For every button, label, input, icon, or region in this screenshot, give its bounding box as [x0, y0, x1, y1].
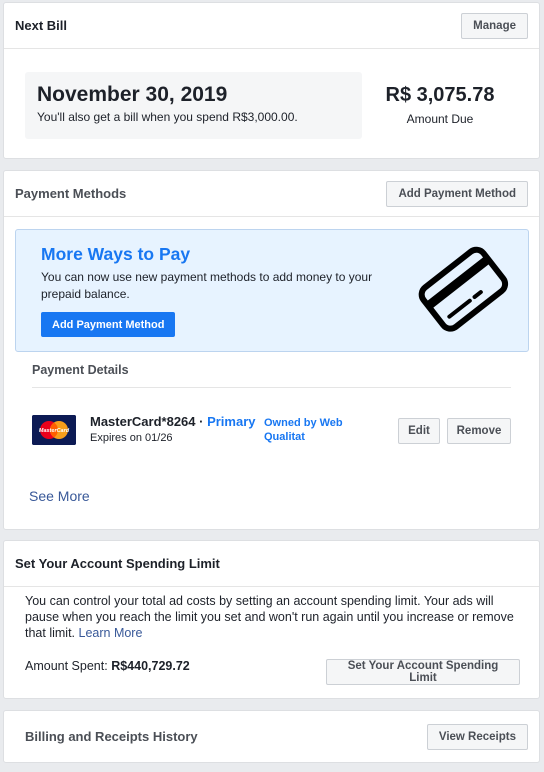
billing-history-card: Billing and Receipts History View Receip… — [3, 710, 540, 763]
bill-date: November 30, 2019 — [37, 83, 228, 106]
set-spending-limit-button[interactable]: Set Your Account Spending Limit — [326, 659, 520, 685]
card-name: MasterCard*8264 — [90, 414, 196, 429]
promo-add-payment-method-button[interactable]: Add Payment Method — [41, 312, 176, 337]
payment-methods-card: Payment Methods Add Payment Method More … — [3, 170, 540, 530]
edit-card-button[interactable]: Edit — [398, 418, 440, 444]
card-name-line: MasterCard*8264 · Primary — [90, 414, 256, 429]
spending-limit-title: Set Your Account Spending Limit — [15, 556, 220, 571]
primary-badge: Primary — [207, 414, 256, 429]
billing-history-header: Billing and Receipts History View Receip… — [4, 711, 539, 762]
promo-title: More Ways to Pay — [41, 244, 191, 264]
next-bill-title: Next Bill — [15, 18, 68, 33]
amount-due-value: R$ 3,075.78 — [385, 84, 495, 106]
more-ways-to-pay-banner: More Ways to Pay You can now use new pay… — [15, 229, 529, 352]
next-bill-card: Next Bill Manage November 30, 2019 You'l… — [3, 2, 540, 159]
bill-date-box: November 30, 2019 You'll also get a bill… — [25, 72, 362, 139]
remove-card-button[interactable]: Remove — [447, 418, 511, 444]
amount-spent-label: Amount Spent: — [25, 659, 108, 673]
divider — [32, 387, 511, 388]
learn-more-link[interactable]: Learn More — [79, 626, 143, 640]
spending-limit-card: Set Your Account Spending Limit You can … — [3, 540, 540, 699]
manage-button[interactable]: Manage — [461, 12, 528, 39]
bill-threshold-note: You'll also get a bill when you spend R$… — [37, 110, 298, 124]
amount-due-label: Amount Due — [406, 112, 474, 126]
spending-limit-header: Set Your Account Spending Limit — [4, 541, 539, 587]
next-bill-header: Next Bill Manage — [4, 3, 539, 49]
spending-limit-description: You can control your total ad costs by s… — [25, 593, 525, 641]
view-receipts-button[interactable]: View Receipts — [426, 723, 528, 750]
amount-spent-value: R$440,729.72 — [111, 659, 190, 673]
billing-history-title: Billing and Receipts History — [25, 729, 198, 744]
see-more-link[interactable]: See More — [29, 488, 90, 504]
card-separator: · — [195, 414, 208, 429]
payment-methods-title: Payment Methods — [15, 186, 127, 201]
card-expiry: Expires on 01/26 — [90, 432, 173, 444]
amount-due-box: R$ 3,075.78 Amount Due — [380, 83, 500, 126]
promo-text: You can now use new payment methods to a… — [41, 270, 373, 301]
add-payment-method-button[interactable]: Add Payment Method — [386, 180, 528, 207]
card-owner: Owned by Web Qualitat — [264, 417, 343, 443]
mastercard-logo-icon: MasterCard — [32, 415, 76, 445]
credit-card-icon — [418, 246, 509, 332]
payment-details-title: Payment Details — [32, 363, 129, 377]
payment-methods-header: Payment Methods Add Payment Method — [4, 171, 539, 217]
amount-spent: Amount Spent: R$440,729.72 — [25, 659, 190, 673]
svg-text:MasterCard: MasterCard — [39, 428, 70, 434]
